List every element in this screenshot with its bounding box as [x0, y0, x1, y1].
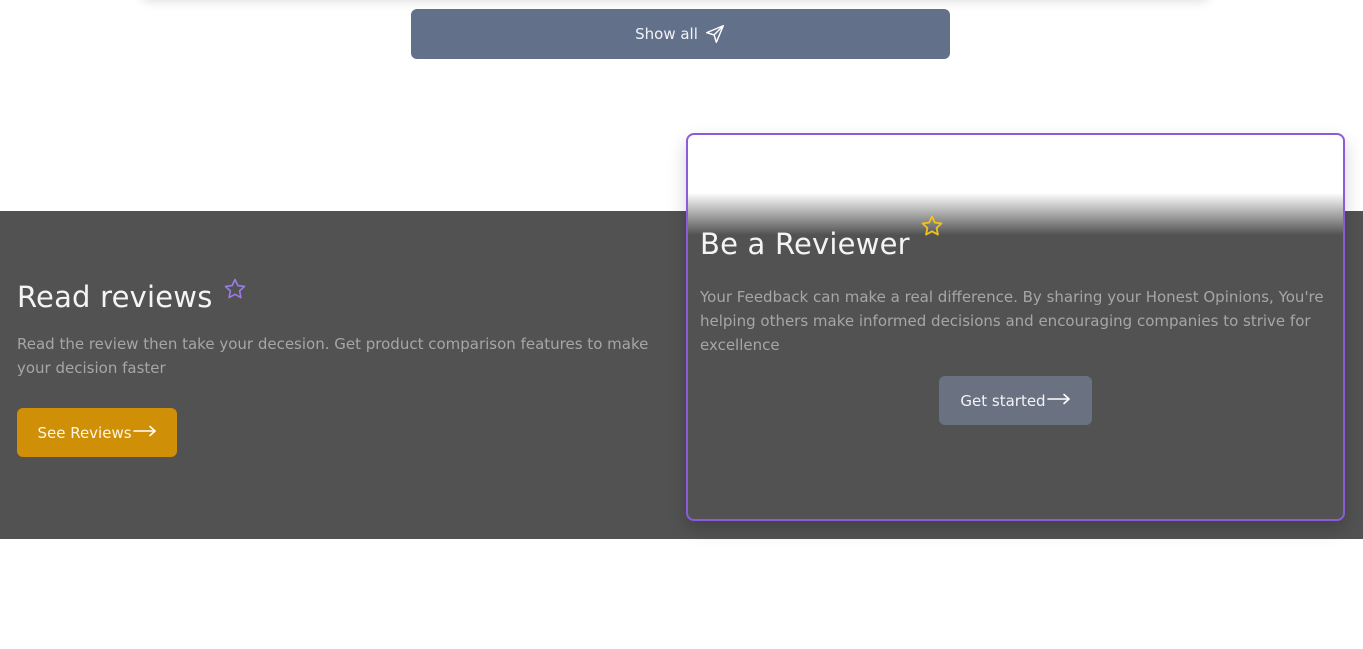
show-all-button[interactable]: Show all	[411, 9, 950, 59]
star-outline-icon	[920, 214, 944, 242]
send-icon	[704, 23, 726, 45]
arrow-right-icon	[132, 424, 157, 442]
get-started-label: Get started	[960, 391, 1046, 410]
get-started-button[interactable]: Get started	[939, 376, 1092, 425]
show-all-label: Show all	[635, 25, 698, 43]
arrow-right-icon	[1046, 392, 1071, 410]
be-a-reviewer-card: Be a Reviewer Your Feedback can make a r…	[686, 133, 1345, 521]
star-outline-icon	[223, 277, 247, 305]
be-a-reviewer-title: Be a Reviewer	[700, 227, 910, 261]
see-reviews-label: See Reviews	[37, 423, 132, 442]
see-reviews-button[interactable]: See Reviews	[17, 408, 177, 457]
read-reviews-section: Read reviews Read the review then take y…	[17, 277, 667, 380]
be-a-reviewer-description: Your Feedback can make a real difference…	[700, 288, 1324, 354]
read-reviews-description: Read the review then take your decesion.…	[17, 335, 649, 377]
read-reviews-title: Read reviews	[17, 280, 213, 314]
page: Show all Read reviews Read the review th…	[0, 0, 1363, 649]
